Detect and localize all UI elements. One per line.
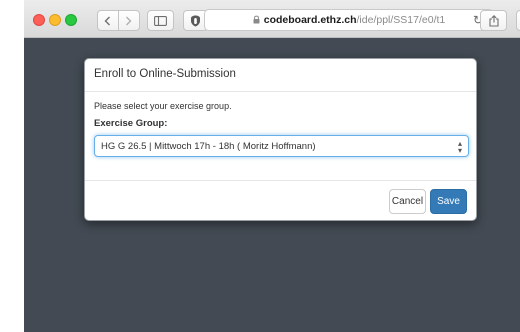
exercise-group-select[interactable]: HG G 26.5 | Mittwoch 17h - 18h ( Moritz …	[94, 135, 469, 157]
share-button[interactable]	[480, 10, 507, 31]
close-window-button[interactable]	[33, 14, 45, 26]
selected-group-value: HG G 26.5 | Mittwoch 17h - 18h ( Moritz …	[101, 141, 316, 152]
sidebar-icon	[154, 15, 167, 26]
enroll-dialog: Enroll to Online-Submission Please selec…	[84, 58, 477, 221]
sidebar-button[interactable]	[147, 10, 174, 31]
url-path: /ide/ppl/SS17/e0/t1	[356, 14, 446, 26]
dialog-footer: Cancel Save	[85, 180, 476, 222]
minimize-window-button[interactable]	[49, 14, 61, 26]
url-host: codeboard.ethz.ch	[263, 14, 357, 26]
share-icon	[488, 14, 499, 27]
back-button[interactable]	[98, 11, 119, 30]
exercise-group-label: Exercise Group:	[94, 118, 168, 129]
cancel-button[interactable]: Cancel	[389, 189, 426, 214]
save-button[interactable]: Save	[430, 189, 467, 214]
dialog-instructions: Please select your exercise group.	[94, 101, 232, 111]
dialog-body: Please select your exercise group. Exerc…	[85, 92, 476, 157]
select-arrows-icon: ▴ ▾	[457, 139, 462, 155]
dialog-title: Enroll to Online-Submission	[85, 59, 476, 92]
lock-icon	[253, 15, 260, 26]
navigation-buttons	[97, 10, 140, 31]
browser-toolbar: codeboard.ethz.ch/ide/ppl/SS17/e0/t1 ↻	[24, 0, 520, 38]
forward-button[interactable]	[119, 11, 139, 30]
zoom-window-button[interactable]	[65, 14, 77, 26]
chevron-left-icon	[104, 16, 111, 25]
address-bar[interactable]: codeboard.ethz.ch/ide/ppl/SS17/e0/t1 ↻	[204, 9, 494, 31]
shield-icon	[191, 15, 200, 26]
browser-window: codeboard.ethz.ch/ide/ppl/SS17/e0/t1 ↻ E…	[24, 0, 520, 332]
show-tabs-button[interactable]	[516, 10, 520, 31]
chevron-right-icon	[126, 16, 132, 25]
